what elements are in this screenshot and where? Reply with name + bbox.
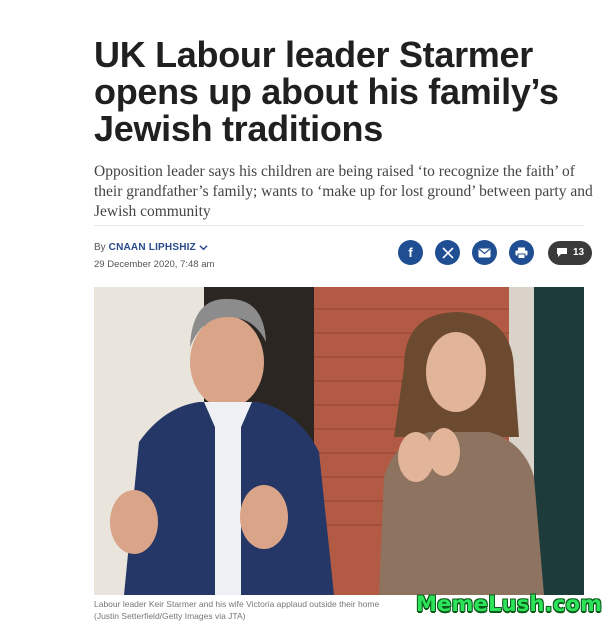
divider (94, 225, 584, 226)
article-subheadline: Opposition leader says his children are … (94, 163, 593, 220)
publish-date: 29 December 2020, 7:48 am (94, 259, 215, 270)
article-photo (94, 287, 584, 595)
facebook-icon: f (408, 245, 413, 260)
email-share-button[interactable] (472, 240, 497, 265)
comment-count: 13 (573, 247, 585, 258)
print-icon (515, 247, 528, 259)
author-link[interactable]: CNAAN LIPHSHIZ (109, 242, 196, 253)
facebook-share-button[interactable]: f (398, 240, 423, 265)
x-icon (441, 246, 454, 259)
x-share-button[interactable] (435, 240, 460, 265)
byline: By CNAAN LIPHSHIZ (94, 242, 208, 253)
share-bar: f 13 (398, 240, 593, 265)
watermark: MemeLush.com (416, 592, 603, 616)
byline-prefix: By (94, 242, 106, 253)
comments-button[interactable]: 13 (548, 240, 593, 265)
comment-icon (557, 248, 567, 257)
chevron-down-icon[interactable] (199, 243, 208, 252)
article-headline: UK Labour leader Starmer opens up about … (94, 34, 559, 149)
email-icon (478, 248, 491, 257)
print-button[interactable] (509, 240, 534, 265)
